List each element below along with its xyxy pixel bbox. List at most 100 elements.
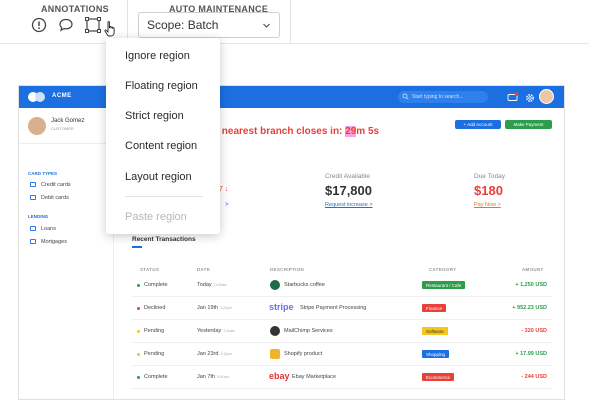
due-today-value: $180: [474, 183, 503, 198]
card-icon: [30, 182, 36, 187]
column-status: STATUS: [140, 267, 160, 272]
date-text: Today: [197, 282, 212, 288]
category-badge: Software: [422, 327, 448, 335]
status-text: Pending: [144, 351, 165, 357]
stripe-logo: stripe: [269, 302, 294, 312]
mailchimp-logo: [270, 326, 280, 336]
sidebar-item-label: Debit cards: [41, 195, 69, 201]
chat-icon[interactable]: [507, 91, 519, 103]
table-row[interactable]: Complete Today 11:00am Starbucks coffee R…: [132, 274, 552, 297]
time-text: 2:12pm: [220, 352, 233, 356]
app-sidebar: Jack Gomez CUSTOMER CARD TYPES Credit ca…: [19, 108, 114, 399]
make-payment-button[interactable]: Make Payment: [505, 120, 552, 129]
pay-now-link[interactable]: Pay Now >: [474, 202, 501, 208]
date-text: Yesterday: [197, 328, 222, 334]
comment-icon[interactable]: [57, 16, 75, 34]
chevron-down-icon: [262, 19, 271, 33]
region-select-icon[interactable]: [84, 16, 102, 34]
sidebar-item-debit-cards[interactable]: Debit cards: [30, 195, 69, 201]
table-row[interactable]: Pending Jan 23rd 2:12pm Shopify product S…: [132, 343, 552, 366]
credit-available-value: $17,800: [325, 183, 372, 198]
sidebar-item-mortgages[interactable]: Mortgages: [30, 239, 67, 245]
status-text: Complete: [144, 282, 168, 288]
sidebar-item-label: Loans: [41, 226, 56, 232]
menu-item-strict-region[interactable]: Strict region: [125, 110, 184, 122]
table-row[interactable]: Complete Jan 7th 9:51am ebay Ebay Marketp…: [132, 366, 552, 389]
menu-divider: [125, 196, 203, 197]
exclamation-icon[interactable]: [30, 16, 48, 34]
headline-highlight: 29: [345, 126, 357, 137]
recent-transactions-title: Recent Transactions: [132, 236, 196, 243]
date-cell: Jan 23rd 2:12pm: [197, 351, 232, 357]
brand-name: ACME: [52, 93, 72, 99]
table-row[interactable]: Pending Yesterday 7:41am MailChimp Servic…: [132, 320, 552, 343]
menu-item-ignore-region[interactable]: Ignore region: [125, 50, 190, 62]
top-toolbar: ANNOTATIONS AUTO MAINTENANCE Scope: Batc…: [0, 0, 589, 44]
table-row[interactable]: Declined Jan 19th 3:22pm stripe Stripe Pa…: [132, 297, 552, 320]
sidebar-item-label: Credit cards: [41, 182, 71, 188]
amount-text: - 320 USD: [521, 328, 547, 334]
column-description: DESCRIPTION: [270, 267, 305, 272]
amount-text: + 1,250 USD: [515, 282, 547, 288]
status-dot: [137, 353, 140, 356]
amount-text: + 17.99 USD: [515, 351, 547, 357]
status-dot: [137, 330, 140, 333]
date-cell: Jan 19th 3:22pm: [197, 305, 232, 311]
category-badge: Shopping: [422, 350, 450, 358]
app-search-input[interactable]: Start typing to search...: [398, 91, 488, 103]
headline-text: ur nearest branch closes in:: [209, 126, 346, 137]
description-text: Shopify product: [284, 351, 323, 357]
gear-icon[interactable]: [524, 91, 536, 103]
scope-select[interactable]: Scope: Batch: [138, 12, 280, 38]
date-cell: Today 11:00am: [197, 282, 227, 288]
branch-closing-banner: ur nearest branch closes in: 29m 5s: [209, 126, 379, 137]
menu-item-layout-region[interactable]: Layout region: [125, 171, 192, 183]
sidebar-item-loans[interactable]: Loans: [30, 226, 56, 232]
app-screenshot: ACME Start typing to search... Jack Gome…: [18, 85, 565, 400]
due-today-label: Due Today: [474, 173, 505, 180]
description-text: Starbucks coffee: [284, 282, 325, 288]
description-text: Ebay Marketplace: [292, 374, 337, 380]
tab-underline: [132, 246, 142, 248]
sidebar-divider: [19, 143, 114, 144]
category-badge: Ecommerce: [422, 373, 455, 381]
search-placeholder: Start typing to search...: [412, 94, 464, 100]
time-text: 9:51am: [217, 375, 229, 379]
user-avatar[interactable]: [539, 89, 554, 104]
date-cell: Yesterday 7:41am: [197, 328, 235, 334]
time-text: 3:22pm: [220, 306, 232, 310]
description-text: Stripe Payment Processing: [300, 305, 367, 311]
category-badge: Finance: [422, 304, 447, 312]
profile-avatar: [28, 117, 46, 135]
card-types-heading: CARD TYPES: [28, 171, 58, 176]
menu-item-floating-region[interactable]: Floating region: [125, 80, 198, 92]
starbucks-logo: [270, 280, 280, 290]
time-text: 11:00am: [213, 283, 228, 287]
status-dot: [137, 307, 140, 310]
description-text: MailChimp Services: [284, 328, 333, 334]
status-text: Complete: [144, 374, 168, 380]
add-account-button[interactable]: + Add Account: [455, 120, 501, 129]
menu-item-paste-region: Paste region: [125, 211, 187, 223]
credit-available-label: Credit Available: [325, 173, 371, 180]
column-amount: AMOUNT: [522, 267, 544, 272]
sidebar-item-label: Mortgages: [41, 239, 67, 245]
request-increase-link[interactable]: Request increase >: [325, 202, 373, 208]
category-badge: Restaurant / Cafe: [422, 281, 466, 289]
partial-stat-link[interactable]: >: [225, 202, 229, 208]
user-name: Jack Gomez: [51, 118, 85, 124]
date-text: Jan 19th: [197, 305, 219, 311]
status-dot: [137, 376, 140, 379]
loan-icon: [30, 226, 36, 231]
status-text: Pending: [144, 328, 165, 334]
amount-text: + 952.23 USD: [512, 305, 547, 311]
toolbar-divider: [290, 0, 291, 44]
acme-logo: [28, 92, 48, 102]
menu-item-content-region[interactable]: Content region: [125, 140, 197, 152]
card-icon: [30, 195, 36, 200]
sidebar-item-credit-cards[interactable]: Credit cards: [30, 182, 71, 188]
date-text: Jan 23rd: [197, 351, 219, 357]
headline-text: m 5s: [356, 126, 380, 137]
ebay-logo: ebay: [269, 371, 290, 381]
shopify-logo: [270, 349, 280, 359]
